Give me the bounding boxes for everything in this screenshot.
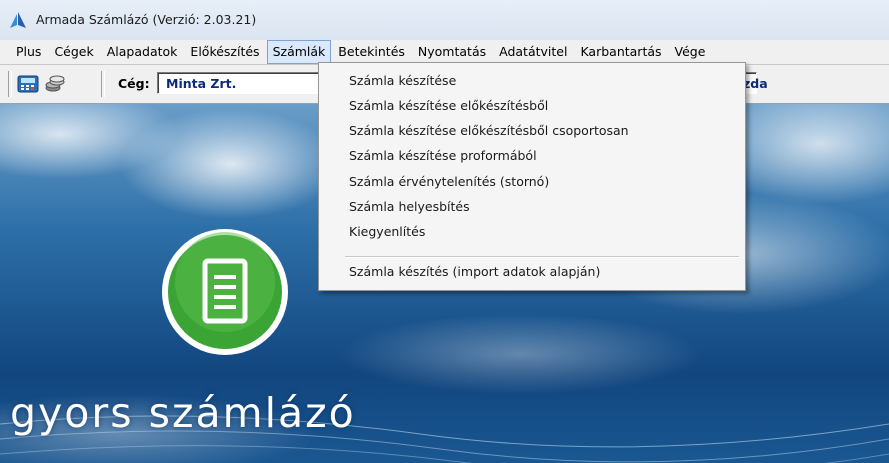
menu-vege[interactable]: Vége bbox=[669, 40, 712, 64]
menu-plus[interactable]: Plus bbox=[10, 40, 47, 64]
menu-item-szamla-ervenytelenites[interactable]: Számla érvénytelenítés (stornó) bbox=[349, 174, 549, 189]
menu-item-szamla-proformabol[interactable]: Számla készítése proformából bbox=[349, 148, 537, 163]
menu-elokeszites[interactable]: Előkészítés bbox=[184, 40, 265, 64]
menu-betekintes[interactable]: Betekintés bbox=[332, 40, 411, 64]
menu-item-kiegyenlites[interactable]: Kiegyenlítés bbox=[349, 224, 425, 239]
menu-szamlak[interactable]: Számlák bbox=[266, 40, 332, 64]
title-bar: Armada Számlázó (Verzió: 2.03.21) bbox=[0, 0, 889, 40]
menu-item-szamla-keszitese[interactable]: Számla készítése bbox=[349, 73, 456, 88]
app-sail-icon bbox=[10, 12, 26, 28]
invoice-document-logo-icon bbox=[162, 229, 288, 355]
menu-item-szamla-import[interactable]: Számla készítés (import adatok alapján) bbox=[349, 264, 600, 279]
calculator-icon[interactable] bbox=[17, 74, 39, 94]
menu-cegek[interactable]: Cégek bbox=[48, 40, 99, 64]
menu-karbantartas[interactable]: Karbantartás bbox=[574, 40, 667, 64]
company-label: Cég: bbox=[118, 76, 150, 91]
menu-alapadatok[interactable]: Alapadatok bbox=[101, 40, 184, 64]
toolbar-separator bbox=[101, 71, 105, 97]
menu-nyomtatas[interactable]: Nyomtatás bbox=[412, 40, 492, 64]
menu-adatatvitel[interactable]: Adatátvitel bbox=[493, 40, 573, 64]
coins-icon[interactable] bbox=[44, 74, 66, 94]
menu-item-szamla-elokeszitesbol[interactable]: Számla készítése előkészítésből bbox=[349, 98, 548, 113]
menu-item-szamla-helyesbites[interactable]: Számla helyesbítés bbox=[349, 199, 470, 214]
menu-item-szamla-elokeszitesbol-csoportosan[interactable]: Számla készítése előkészítésből csoporto… bbox=[349, 123, 629, 138]
szamlak-dropdown-menu: Számla készítése Számla készítése előkés… bbox=[318, 62, 746, 291]
toolbar-grip bbox=[8, 71, 12, 97]
menu-separator bbox=[345, 256, 739, 258]
window-title: Armada Számlázó (Verzió: 2.03.21) bbox=[36, 12, 257, 27]
company-value: Minta Zrt. bbox=[166, 76, 237, 91]
brand-text: gyors számlázó bbox=[10, 389, 356, 437]
company-extra-text: zda bbox=[743, 76, 768, 91]
